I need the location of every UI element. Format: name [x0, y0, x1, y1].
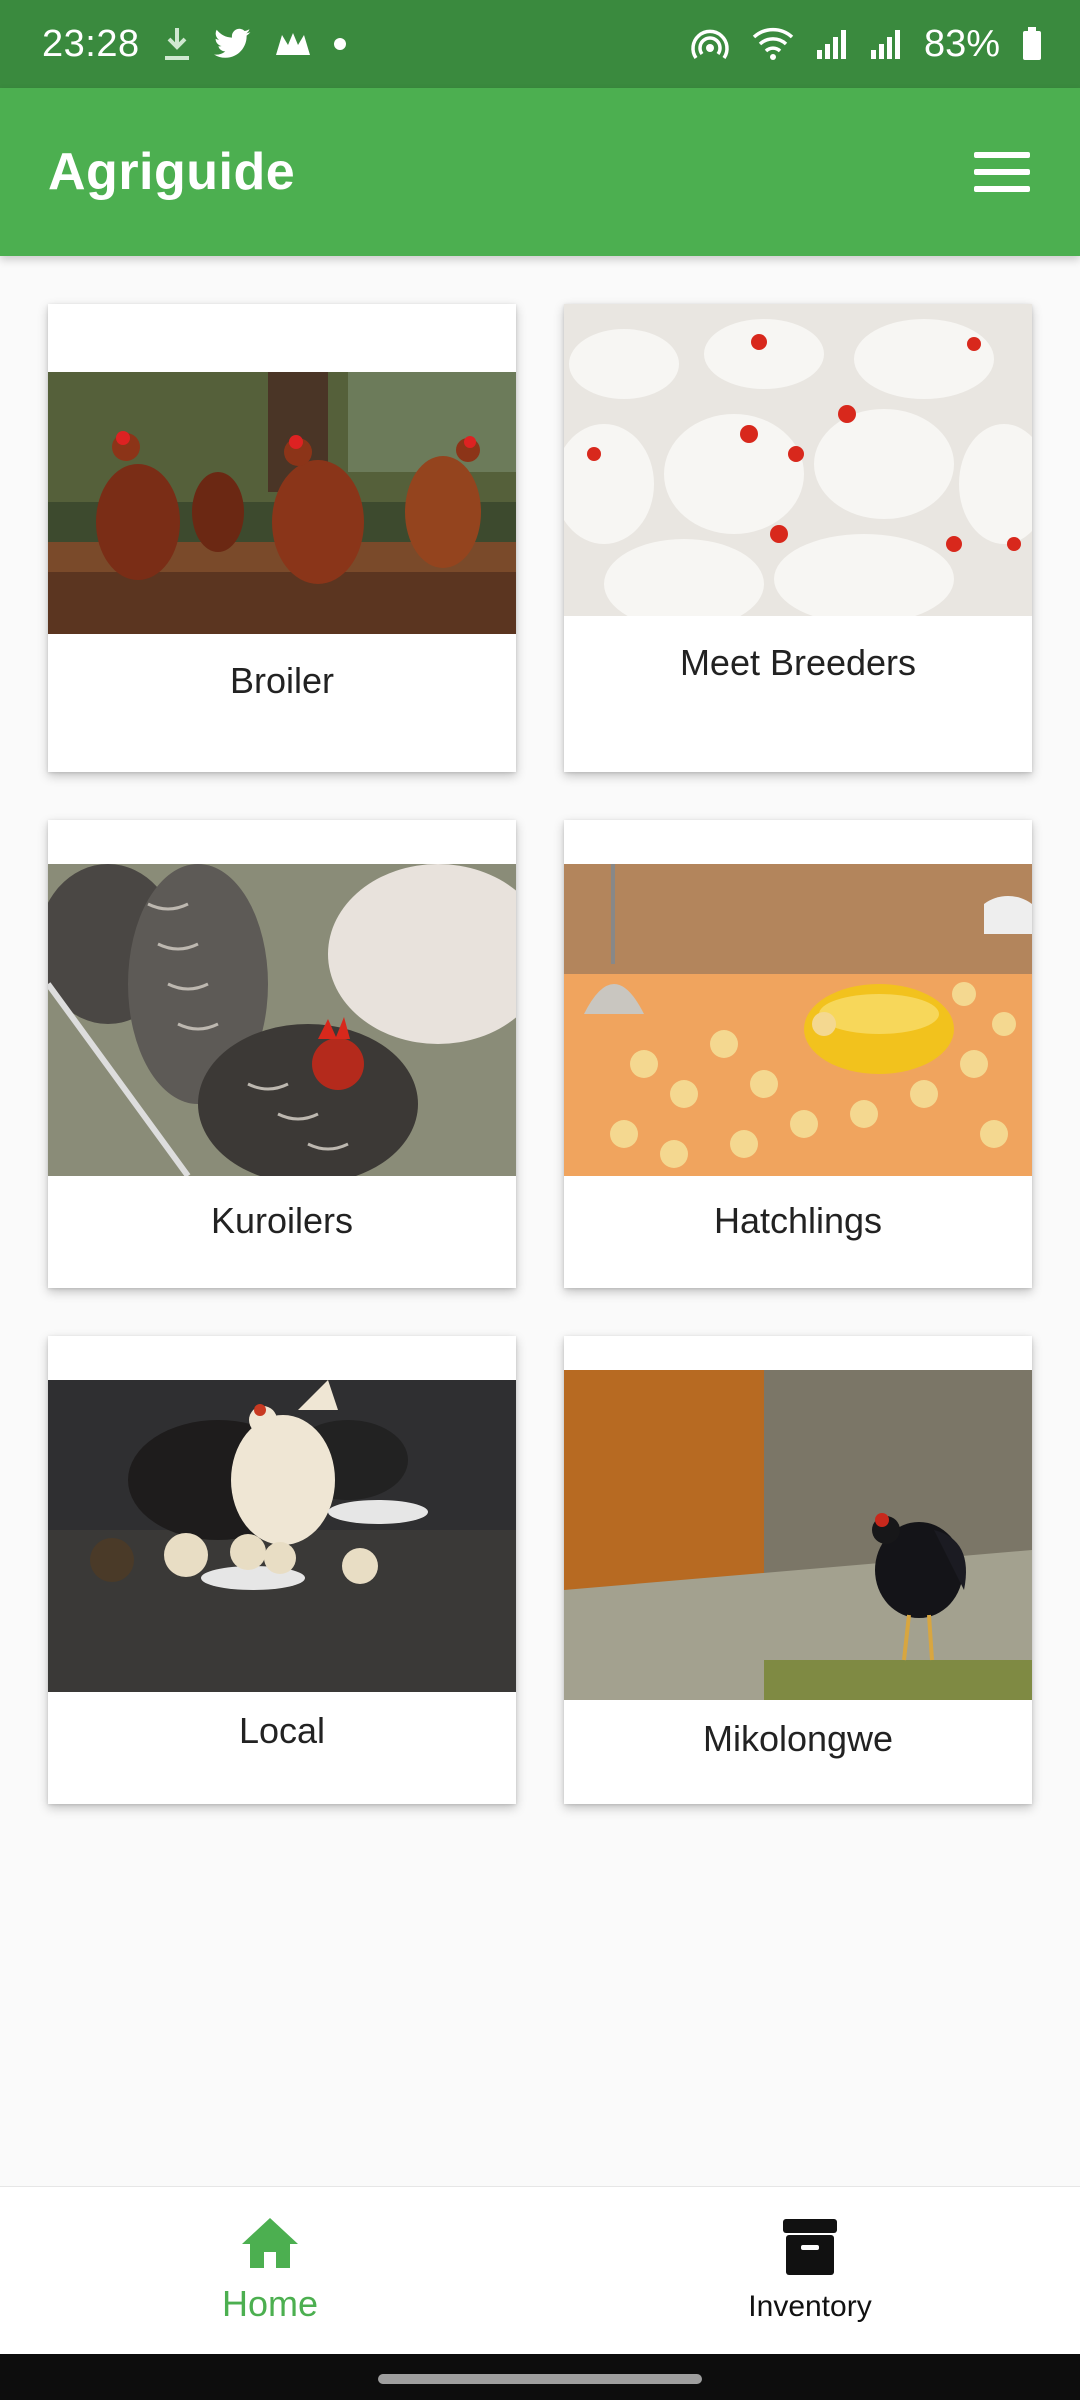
- home-icon: [240, 2216, 300, 2275]
- card-hatchlings[interactable]: Hatchlings: [564, 820, 1032, 1288]
- hamburger-menu-icon[interactable]: [974, 152, 1030, 192]
- signal-icon-2: [870, 28, 902, 60]
- card-label: Hatchlings: [713, 1200, 883, 1241]
- nav-home[interactable]: Home: [0, 2187, 540, 2354]
- system-gesture-bar: [0, 2354, 1080, 2400]
- card-local[interactable]: Local: [48, 1336, 516, 1804]
- card-meet-breeders[interactable]: Meet Breeders: [564, 304, 1032, 772]
- bottom-navigation: Home Inventory: [0, 2186, 1080, 2354]
- card-kuroilers[interactable]: Kuroilers: [48, 820, 516, 1288]
- card-label: Meet Breeders: [679, 642, 917, 683]
- signal-icon: [816, 28, 848, 60]
- twitter-icon: [213, 28, 252, 60]
- wifi-icon: [752, 27, 794, 61]
- status-right: 83%: [690, 23, 1042, 66]
- app-title: Agriguide: [48, 143, 296, 201]
- broiler-image: [48, 372, 516, 634]
- local-image: [48, 1380, 516, 1692]
- app-bar: Agriguide: [0, 88, 1080, 256]
- card-label: Broiler: [229, 660, 335, 701]
- archive-icon: [781, 2217, 839, 2282]
- card-label: Kuroilers: [210, 1200, 354, 1241]
- nav-inventory[interactable]: Inventory: [540, 2187, 1080, 2354]
- meet-breeders-image: [564, 304, 1032, 616]
- hotspot-icon: [690, 26, 730, 62]
- card-mikolongwe[interactable]: Mikolongwe: [564, 1336, 1032, 1804]
- mikolongwe-image: [564, 1370, 1032, 1700]
- download-icon: [162, 26, 192, 62]
- card-broiler[interactable]: Broiler: [48, 304, 516, 772]
- notification-dot: [333, 38, 346, 50]
- battery-icon: [1022, 27, 1042, 61]
- battery-percent: 83%: [923, 22, 1000, 65]
- status-bar: 23:28 83%: [0, 0, 1080, 88]
- nav-home-label: Home: [221, 2283, 319, 2324]
- nav-inventory-label: Inventory: [748, 2290, 872, 2323]
- status-left: 23:28: [42, 23, 346, 66]
- gesture-handle[interactable]: [378, 2374, 702, 2384]
- bird-app-icon: [274, 29, 312, 59]
- status-time: 23:28: [42, 22, 140, 65]
- category-grid: Broiler Meet Breeders Kuroilers Hatchlin…: [48, 304, 1032, 1804]
- hatchlings-image: [564, 864, 1032, 1176]
- card-label: Local: [238, 1710, 326, 1751]
- card-label: Mikolongwe: [702, 1718, 894, 1759]
- kuroilers-image: [48, 864, 516, 1176]
